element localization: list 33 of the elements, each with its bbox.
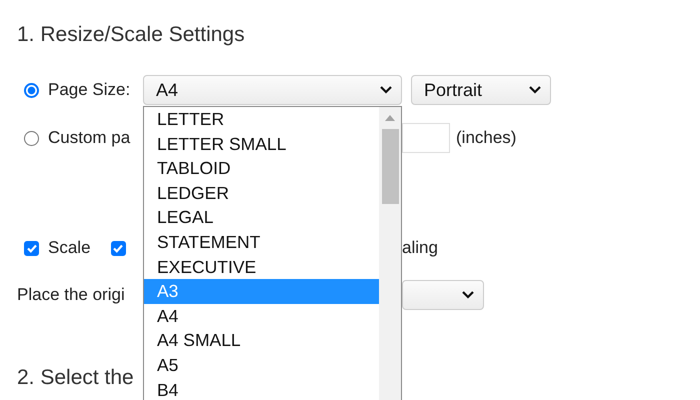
custom-page-label: Custom pa xyxy=(48,128,130,148)
dropdown-option[interactable]: A4 xyxy=(144,304,379,328)
page-size-label: Page Size: xyxy=(48,80,130,100)
unit-label: (inches) xyxy=(456,128,516,148)
scrollbar-thumb[interactable] xyxy=(382,129,398,204)
dropdown-option[interactable]: LETTER xyxy=(144,107,379,132)
dropdown-option[interactable]: TABLOID xyxy=(144,156,379,181)
input-field[interactable] xyxy=(402,123,450,153)
radio-button[interactable] xyxy=(24,82,39,98)
checkbox-label: aling xyxy=(402,238,438,258)
dropdown-option[interactable]: STATEMENT xyxy=(144,230,379,255)
dropdown-option[interactable]: LEDGER xyxy=(144,180,379,206)
place-label: Place the origi xyxy=(17,285,125,305)
dropdown-option[interactable]: LETTER SMALL xyxy=(144,132,379,156)
checkbox[interactable] xyxy=(110,240,126,256)
section-title: 1. Resize/Scale Settings xyxy=(17,23,245,48)
scale-label: Scale xyxy=(48,238,91,258)
scroll-up-icon[interactable] xyxy=(385,115,395,121)
dropdown-option[interactable]: LEGAL xyxy=(144,205,379,230)
scrollbar[interactable] xyxy=(379,107,401,400)
orientation-select[interactable]: Portrait xyxy=(411,75,551,105)
radio-button[interactable] xyxy=(24,130,39,146)
chevron-down-icon xyxy=(380,86,392,94)
dropdown-option[interactable]: B4 xyxy=(144,378,379,400)
section-title: 2. Select the xyxy=(17,366,134,391)
checkbox[interactable] xyxy=(24,240,39,256)
dropdown-option[interactable]: EXECUTIVE xyxy=(144,254,379,280)
chevron-down-icon xyxy=(529,86,541,94)
dropdown-option[interactable]: A4 SMALL xyxy=(144,328,379,353)
placement-select[interactable] xyxy=(402,280,484,310)
page-size-select[interactable]: A4 xyxy=(143,75,402,105)
dropdown-option[interactable]: A5 xyxy=(144,352,379,378)
chevron-down-icon xyxy=(462,291,474,299)
